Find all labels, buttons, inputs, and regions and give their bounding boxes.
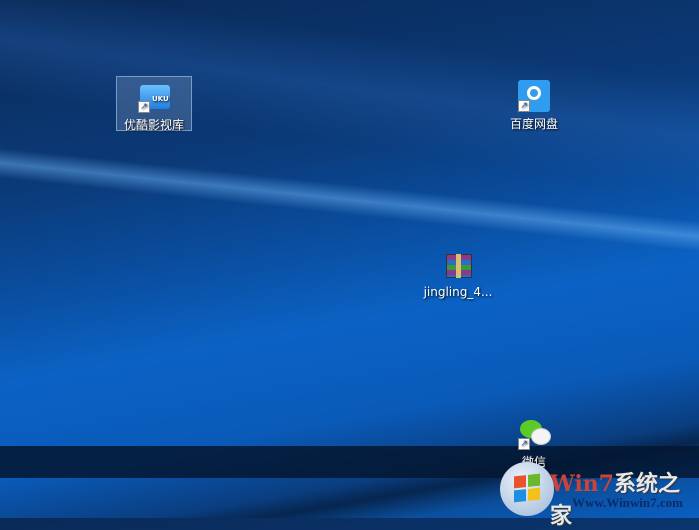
desktop-icon-baidu-netdisk[interactable]: ↗ 百度网盘 <box>496 76 572 132</box>
winrar-archive-icon <box>442 250 474 282</box>
watermark: Win7系统之家 Www.Winwin7.com <box>500 462 699 529</box>
baidu-netdisk-icon: ↗ <box>518 80 550 112</box>
shortcut-arrow-icon: ↗ <box>138 101 150 113</box>
shortcut-arrow-icon: ↗ <box>518 438 530 450</box>
watermark-prefix: Win7 <box>550 471 614 497</box>
wechat-icon: ↗ <box>518 418 551 450</box>
desktop-icon-jingling[interactable]: jingling_4... <box>420 246 496 299</box>
windows-logo-icon <box>500 462 554 516</box>
icon-label: jingling_4... <box>423 285 493 299</box>
icon-label: 百度网盘 <box>509 117 558 131</box>
shortcut-arrow-icon: ↗ <box>518 100 530 112</box>
icon-label: 优酷影视库 <box>123 118 184 132</box>
youku-folder-icon: UKU ↗ <box>138 81 170 113</box>
desktop-icon-youku[interactable]: UKU ↗ 优酷影视库 <box>116 76 192 132</box>
watermark-url: Www.Winwin7.com <box>572 495 683 510</box>
